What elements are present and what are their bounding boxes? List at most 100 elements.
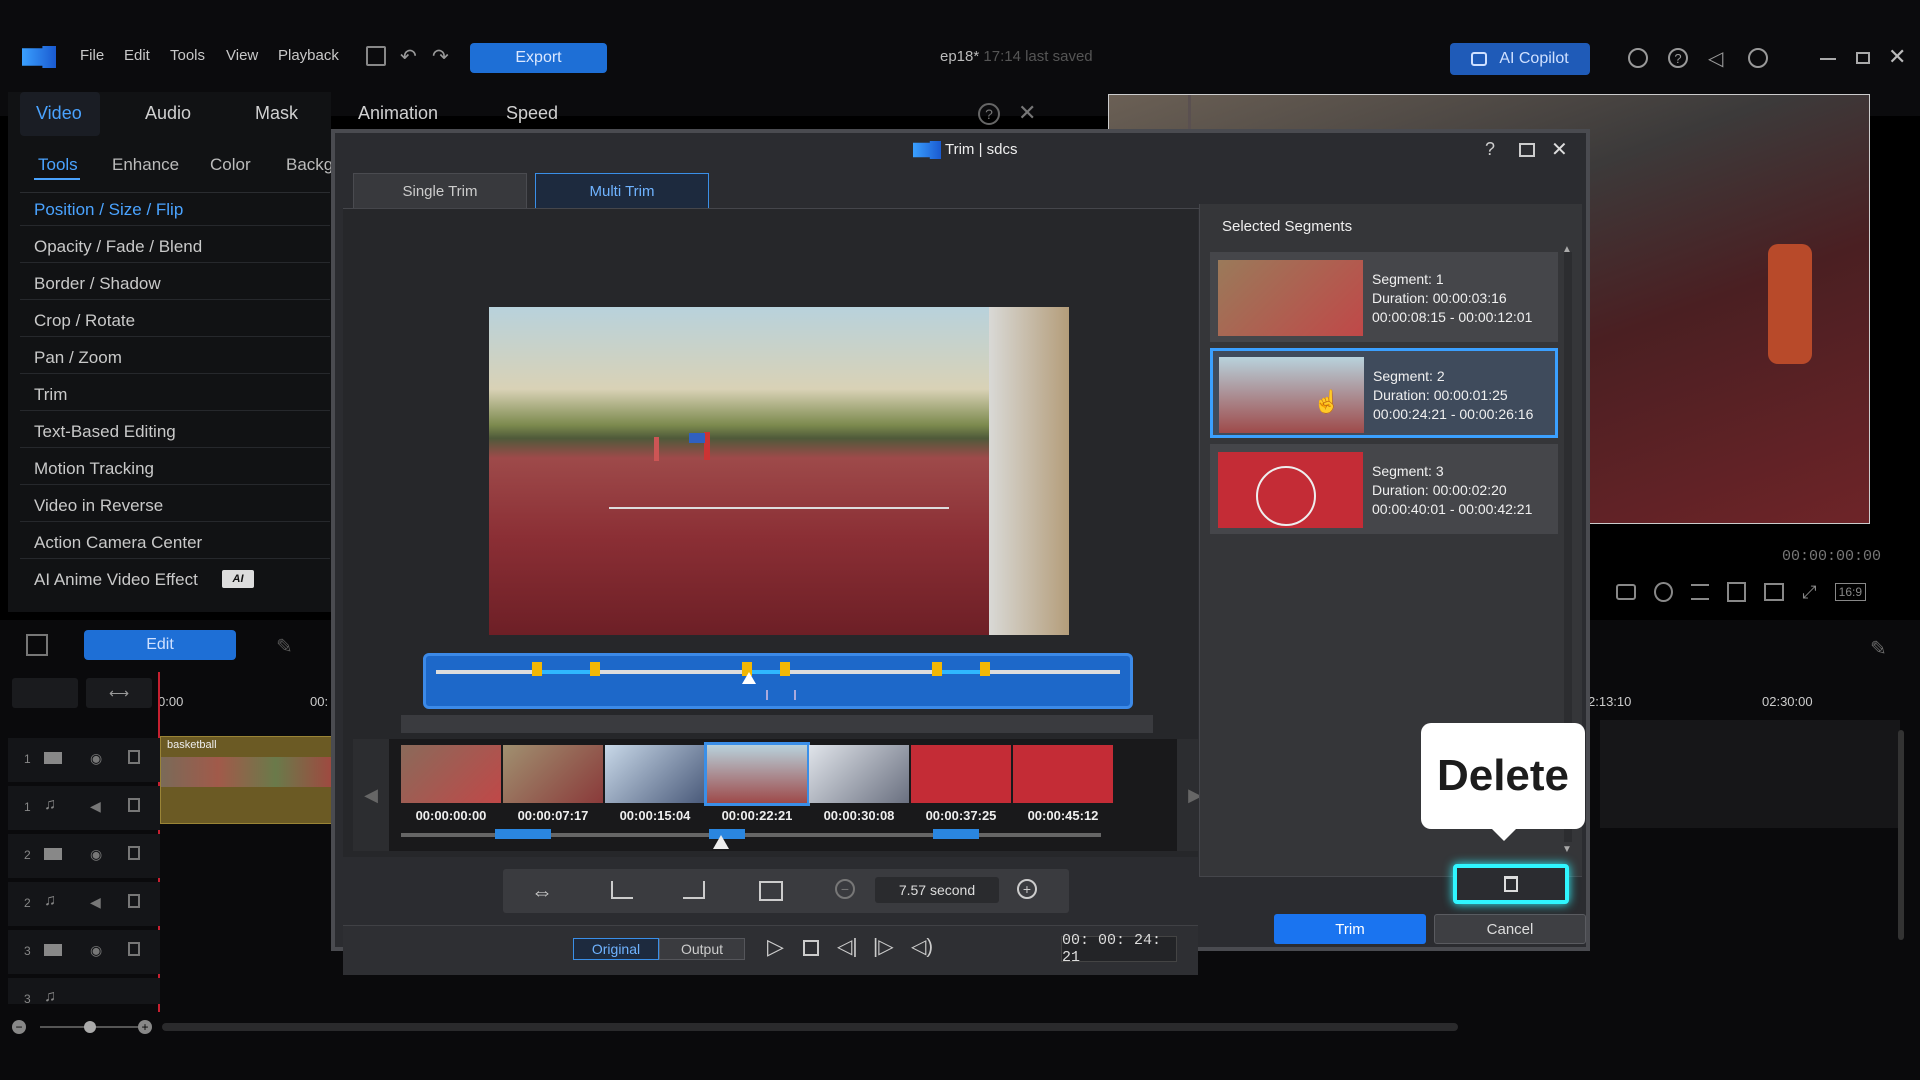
menu-view[interactable]: View <box>226 47 258 64</box>
eye-icon[interactable]: ◉ <box>90 846 102 863</box>
tab-mask[interactable]: Mask <box>255 103 298 124</box>
thumbnail[interactable] <box>401 745 501 803</box>
export-button[interactable]: Export <box>470 43 607 73</box>
next-frame-icon[interactable]: |▷ <box>873 934 894 959</box>
scrubber-grip[interactable] <box>766 690 796 700</box>
zoom-level-field[interactable]: 7.57 second <box>875 877 999 903</box>
subtab-background[interactable]: Backg <box>286 155 333 175</box>
subtitle-icon[interactable] <box>1691 584 1710 600</box>
gear-icon[interactable] <box>1628 48 1648 68</box>
zoom-in-timeline-icon[interactable]: + <box>1017 879 1037 899</box>
thumbnail-current[interactable] <box>704 742 810 806</box>
zoom-out-timeline-icon[interactable]: − <box>835 879 855 899</box>
undo-icon[interactable]: ↶ <box>400 44 417 69</box>
mark-in-handle[interactable] <box>532 662 542 676</box>
subtab-tools[interactable]: Tools <box>38 155 78 175</box>
speaker-icon[interactable]: ◀ <box>90 894 101 911</box>
menu-edit[interactable]: Edit <box>124 47 150 64</box>
speaker-icon[interactable]: ◀ <box>90 798 101 815</box>
track-manager-icon[interactable] <box>12 678 78 708</box>
zoom-view-icon[interactable] <box>1727 582 1746 602</box>
tool-border-shadow[interactable]: Border / Shadow <box>34 274 161 294</box>
timeline-edit-icon[interactable]: ✎ <box>1870 636 1887 661</box>
zoom-slider-knob[interactable] <box>84 1021 96 1033</box>
split-icon[interactable]: ⇔ <box>531 879 553 905</box>
tool-trim[interactable]: Trim <box>34 385 67 405</box>
subtab-enhance[interactable]: Enhance <box>112 155 179 175</box>
tab-multi-trim[interactable]: Multi Trim <box>535 173 709 208</box>
subtab-color[interactable]: Color <box>210 155 251 175</box>
redo-icon[interactable]: ↷ <box>432 44 449 69</box>
menu-file[interactable]: File <box>80 47 104 64</box>
mark-out-handle[interactable] <box>590 662 600 676</box>
tab-speed[interactable]: Speed <box>506 103 558 124</box>
horizontal-scrollbar[interactable] <box>162 1023 1458 1031</box>
scroll-down-icon[interactable]: ▼ <box>1562 844 1572 855</box>
thumbnail[interactable] <box>911 745 1011 803</box>
lock-icon[interactable] <box>128 846 140 860</box>
segment-item-2[interactable]: ☝ Segment: 2 Duration: 00:00:01:25 00:00:2… <box>1210 348 1558 438</box>
thumbnail[interactable] <box>809 745 909 803</box>
trim-button[interactable]: Trim <box>1274 914 1426 944</box>
tool-position-size-flip[interactable]: Position / Size / Flip <box>34 200 183 220</box>
output-toggle[interactable]: Output <box>659 938 745 960</box>
tool-opacity-fade-blend[interactable]: Opacity / Fade / Blend <box>34 237 202 257</box>
panel-help-icon[interactable]: ? <box>978 103 1000 125</box>
dialog-maximize-icon[interactable] <box>1519 143 1535 157</box>
zoom-in-icon[interactable]: + <box>138 1020 152 1034</box>
tool-motion-tracking[interactable]: Motion Tracking <box>34 459 154 479</box>
tab-single-trim[interactable]: Single Trim <box>353 173 527 208</box>
scrubber-playhead[interactable] <box>742 672 756 684</box>
lock-icon[interactable] <box>128 798 140 812</box>
tab-video[interactable]: Video <box>36 103 82 124</box>
dialog-help-icon[interactable]: ? <box>1485 139 1495 160</box>
tool-text-based-editing[interactable]: Text-Based Editing <box>34 422 176 442</box>
snapshot-icon[interactable] <box>1616 584 1637 600</box>
menu-playback[interactable]: Playback <box>278 47 339 64</box>
thumbnail[interactable] <box>503 745 603 803</box>
minimize-icon[interactable] <box>1820 58 1836 60</box>
delete-segment-button[interactable] <box>1453 864 1569 904</box>
dialog-close-icon[interactable]: ✕ <box>1551 137 1568 162</box>
account-icon[interactable] <box>1748 48 1768 68</box>
strip-playhead[interactable] <box>713 835 729 849</box>
timeline-clip[interactable]: basketball <box>160 736 333 824</box>
ai-copilot-button[interactable]: AI Copilot <box>1450 43 1590 75</box>
mark-out-handle[interactable] <box>780 662 790 676</box>
eye-icon[interactable]: ◉ <box>90 750 102 767</box>
scroll-up-icon[interactable]: ▲ <box>1562 244 1572 255</box>
segment-item-3[interactable]: Segment: 3 Duration: 00:00:02:20 00:00:40:… <box>1210 444 1558 534</box>
mark-out-handle[interactable] <box>980 662 990 676</box>
layout-icon[interactable] <box>1763 583 1785 601</box>
segment-item-1[interactable]: Segment: 1 Duration: 00:00:03:16 00:00:08:… <box>1210 252 1558 342</box>
previous-frame-icon[interactable]: ◁| <box>837 934 858 959</box>
current-timecode[interactable]: 00: 00: 24: 21 <box>1061 932 1177 966</box>
lock-icon[interactable] <box>128 894 140 908</box>
play-icon[interactable]: ▷ <box>767 934 784 960</box>
scene-detect-icon[interactable] <box>759 881 783 901</box>
menu-tools[interactable]: Tools <box>170 47 205 64</box>
help-icon[interactable]: ? <box>1668 48 1688 68</box>
edit-button[interactable]: Edit <box>84 630 236 660</box>
tab-animation[interactable]: Animation <box>358 103 438 124</box>
tab-audio[interactable]: Audio <box>145 103 191 124</box>
aspect-ratio[interactable]: 16:9 <box>1834 583 1866 601</box>
restore-icon[interactable] <box>1856 52 1870 64</box>
timeline-settings-icon[interactable] <box>26 634 48 656</box>
tool-action-camera-center[interactable]: Action Camera Center <box>34 533 202 553</box>
lock-icon[interactable] <box>128 942 140 956</box>
tool-video-in-reverse[interactable]: Video in Reverse <box>34 496 163 516</box>
cancel-button[interactable]: Cancel <box>1434 914 1586 944</box>
fit-timeline-icon[interactable]: ⟷ <box>86 678 152 708</box>
pen-icon[interactable]: ✎ <box>276 634 293 659</box>
thumbnail[interactable] <box>605 745 705 803</box>
fullscreen-icon[interactable]: ⤢ <box>1802 582 1816 603</box>
stop-icon[interactable] <box>803 940 819 956</box>
timeline-scrollbar[interactable] <box>1898 730 1904 940</box>
close-icon[interactable]: ✕ <box>1888 44 1906 70</box>
tool-pan-zoom[interactable]: Pan / Zoom <box>34 348 122 368</box>
mark-in-handle[interactable] <box>932 662 942 676</box>
megaphone-icon[interactable]: ◁ <box>1708 46 1723 71</box>
thumbnail[interactable] <box>1013 745 1113 803</box>
zoom-out-icon[interactable]: − <box>12 1020 26 1034</box>
